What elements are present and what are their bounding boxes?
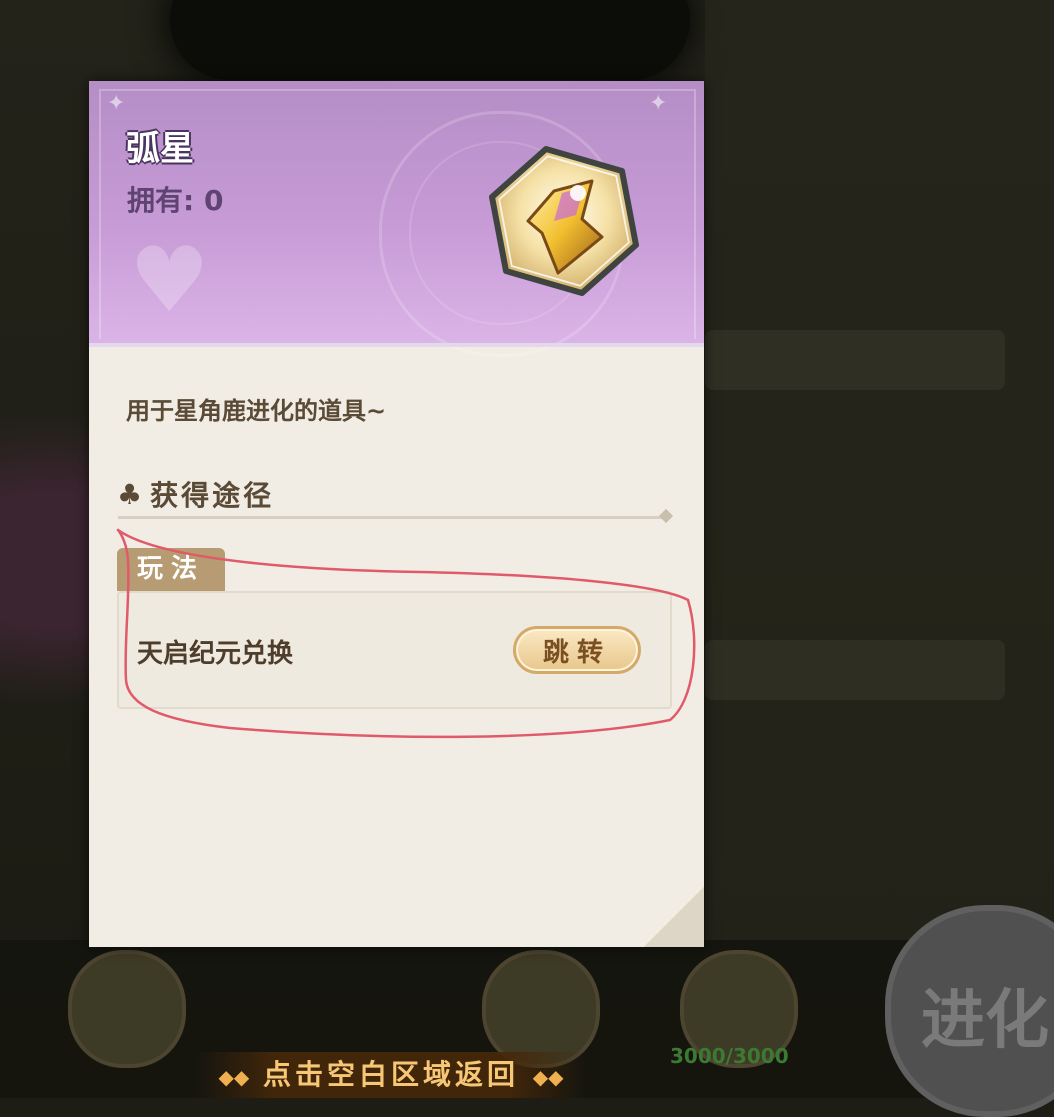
section-divider bbox=[118, 516, 666, 519]
hint-right-arrow-icon: ◆◆ bbox=[532, 1065, 564, 1089]
background-emblem bbox=[170, 0, 690, 80]
jump-button[interactable]: 跳转 bbox=[513, 626, 641, 674]
route-category-tag: 玩法 bbox=[117, 548, 225, 591]
tap-blank-to-return-hint[interactable]: ◆◆ 点击空白区域返回 ◆◆ bbox=[196, 1052, 586, 1098]
obtain-section-title: 获得途径 bbox=[150, 479, 275, 512]
page-curl-decoration bbox=[644, 887, 704, 947]
obtain-route-row: 天启纪元兑换 跳转 bbox=[117, 591, 672, 709]
background-row bbox=[705, 330, 1005, 390]
hint-left-arrow-icon: ◆◆ bbox=[218, 1065, 250, 1089]
background-stats-panel bbox=[705, 0, 1054, 940]
sparkle-icon: ✦ bbox=[649, 91, 668, 116]
header-separator bbox=[89, 343, 704, 347]
sparkle-icon: ✦ bbox=[107, 91, 126, 116]
item-description: 用于星角鹿进化的道具~ bbox=[126, 397, 387, 425]
item-detail-card: ♥ ✦ ✦ 弧星 拥有: 0 用于星角鹿进化的道具~ ♣ 获得途径 玩法 天启纪… bbox=[89, 81, 704, 947]
background-counter: 3000/3000 bbox=[670, 1044, 789, 1068]
card-header: ♥ ✦ ✦ 弧星 拥有: 0 bbox=[89, 81, 704, 357]
evolve-label: 进化 bbox=[921, 984, 1049, 1058]
item-name: 弧星 bbox=[126, 129, 194, 169]
owned-count: 拥有: 0 bbox=[127, 184, 224, 217]
club-icon: ♣ bbox=[117, 477, 143, 511]
background-row bbox=[705, 640, 1005, 700]
arc-star-crystal-icon bbox=[489, 146, 639, 296]
level-up-icon bbox=[68, 950, 186, 1068]
route-name: 天启纪元兑换 bbox=[137, 639, 294, 669]
hint-text: 点击空白区域返回 bbox=[262, 1058, 519, 1091]
obtain-section-header: ♣ 获得途径 bbox=[117, 474, 274, 514]
divider-end-diamond bbox=[658, 508, 674, 524]
heart-icon: ♥ bbox=[129, 228, 210, 333]
crystal-item-icon bbox=[482, 950, 600, 1068]
